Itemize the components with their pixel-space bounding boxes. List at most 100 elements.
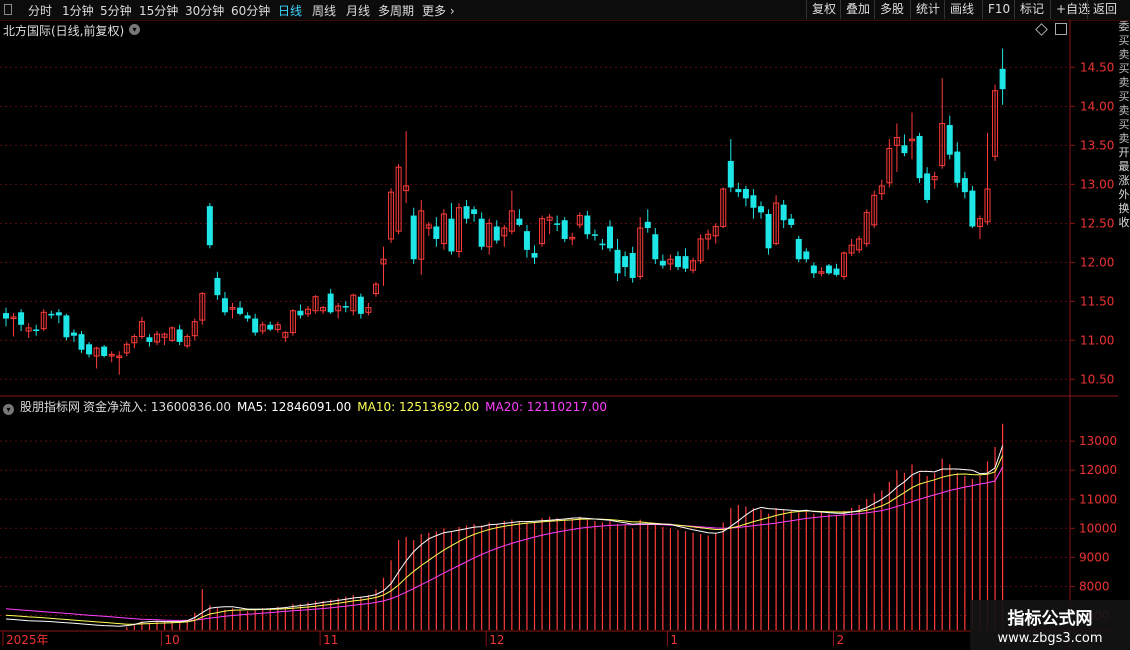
sidebar-toggle-icon[interactable] xyxy=(4,4,12,15)
candle-body xyxy=(478,218,485,247)
toolbar-button-2[interactable]: 多股 xyxy=(874,0,909,19)
candle-body xyxy=(607,226,613,249)
candle-body xyxy=(810,265,817,274)
toolbar: 分时 1分钟 5分钟 15分钟 30分钟 60分钟 日线 周线 月线 多周期 更多 › 复权 叠加 多股… xyxy=(0,0,1130,21)
candle-body xyxy=(788,218,795,225)
candle-body xyxy=(146,337,153,342)
period-tab-7[interactable]: 周线 xyxy=(312,2,336,19)
candle-body xyxy=(448,218,455,252)
candle-body xyxy=(327,293,334,313)
toolbar-button-5[interactable]: F10 xyxy=(982,0,1015,19)
candle-body xyxy=(742,189,749,199)
time-axis-label: 12 xyxy=(489,633,504,647)
period-tab-8[interactable]: 月线 xyxy=(346,2,370,19)
period-tab-9[interactable]: 多周期 xyxy=(378,2,414,19)
flow-tick-label: 9000 xyxy=(1079,550,1110,564)
candle-body xyxy=(599,243,606,246)
time-axis-label: 1 xyxy=(670,633,678,647)
watermark-title: 指标公式网 xyxy=(1007,609,1093,629)
period-tab-5[interactable]: 60分钟 xyxy=(231,2,270,19)
candle-body xyxy=(433,226,440,239)
period-tab-0[interactable]: 分时 xyxy=(28,2,52,19)
candle-body xyxy=(267,324,274,330)
side-panel-label: 卖 xyxy=(1118,104,1130,117)
pane-toggle-icon[interactable] xyxy=(1055,23,1067,35)
time-axis-label: 10 xyxy=(165,633,180,647)
candle-body xyxy=(357,296,364,314)
candle-body xyxy=(554,223,561,225)
toolbar-button-0[interactable]: 复权 xyxy=(806,0,841,19)
candle-body xyxy=(735,189,742,193)
side-panel-label: 买 xyxy=(1118,118,1130,131)
period-tab-3[interactable]: 15分钟 xyxy=(139,2,178,19)
side-panel-label: 开 xyxy=(1118,146,1130,159)
candle-body xyxy=(750,195,757,208)
candle-body xyxy=(410,215,417,260)
toolbar-button-8[interactable]: 返回 xyxy=(1087,0,1122,19)
candle-body xyxy=(833,268,840,275)
candle-body xyxy=(901,145,908,154)
candle-body xyxy=(252,318,259,333)
price-tick-label: 11.00 xyxy=(1080,333,1114,347)
side-panel-label: 买 xyxy=(1118,62,1130,75)
toolbar-button-6[interactable]: 标记 xyxy=(1014,0,1049,19)
candle-body xyxy=(493,226,500,241)
candle-body xyxy=(221,298,228,313)
candle-body xyxy=(622,256,629,268)
flow-tick-label: 8000 xyxy=(1079,579,1110,593)
candle-body xyxy=(969,190,976,227)
watermark: 指标公式网 www.zbgs3.com xyxy=(970,600,1130,650)
side-panel-label: 卖 xyxy=(1118,132,1130,145)
candle-body xyxy=(463,206,470,219)
candle-body xyxy=(237,307,244,314)
candle-body xyxy=(803,251,810,260)
side-panel-label: 外 xyxy=(1118,188,1130,201)
flow-tick-label: 13000 xyxy=(1079,434,1117,448)
stock-title: 北方国际(日线,前复权) xyxy=(3,24,125,38)
toolbar-button-4[interactable]: 画线 xyxy=(944,0,979,19)
side-panel-label: 买 xyxy=(1118,34,1130,47)
candle-body xyxy=(765,213,772,249)
candle-body xyxy=(561,220,568,239)
candle-body xyxy=(523,231,530,250)
period-tab-10[interactable]: 更多 › xyxy=(422,2,455,19)
indicator-ma10-value: MA10: 12513692.00 xyxy=(357,400,480,414)
period-tab-4[interactable]: 30分钟 xyxy=(185,2,224,19)
indicator-dropdown-icon[interactable]: ▾ xyxy=(3,404,14,415)
candle-body xyxy=(924,173,931,200)
candle-body xyxy=(297,310,304,316)
price-tick-label: 13.00 xyxy=(1080,177,1114,191)
candle-body xyxy=(471,209,478,214)
price-tick-label: 12.00 xyxy=(1080,255,1114,269)
candle-body xyxy=(780,204,787,221)
candle-body xyxy=(78,334,85,350)
candle-body xyxy=(55,312,62,316)
candle-body xyxy=(18,312,25,325)
title-dropdown-icon[interactable]: ▾ xyxy=(129,24,140,35)
indicator-main-value: 资金净流入: 13600836.00 xyxy=(83,400,232,414)
candle-body xyxy=(63,315,70,338)
watermark-url: www.zbgs3.com xyxy=(997,631,1103,646)
flow-tick-label: 11000 xyxy=(1079,492,1117,506)
indicator-ma20-value: MA20: 12110217.00 xyxy=(485,400,607,414)
price-tick-label: 13.50 xyxy=(1080,138,1114,152)
toolbar-button-3[interactable]: 统计 xyxy=(910,0,945,19)
toolbar-button-1[interactable]: 叠加 xyxy=(840,0,875,19)
period-tab-2[interactable]: 5分钟 xyxy=(100,2,132,19)
candle-body xyxy=(652,234,659,260)
candle-body xyxy=(954,151,961,183)
candle-body xyxy=(682,256,689,269)
candle-body xyxy=(591,234,598,236)
period-tab-1[interactable]: 1分钟 xyxy=(62,2,94,19)
candle-body xyxy=(758,206,764,213)
side-panel-label: 收 xyxy=(1118,216,1130,229)
candle-body xyxy=(629,253,636,278)
candle-body xyxy=(3,313,9,319)
price-tick-label: 11.50 xyxy=(1080,294,1114,308)
period-tab-6[interactable]: 日线 xyxy=(278,2,302,19)
candle-body xyxy=(999,68,1006,90)
price-tick-label: 14.00 xyxy=(1080,99,1114,113)
time-axis-label: 11 xyxy=(323,633,338,647)
flow-tick-label: 10000 xyxy=(1079,521,1117,535)
indicator-ma5-value: MA5: 12846091.00 xyxy=(237,400,352,414)
